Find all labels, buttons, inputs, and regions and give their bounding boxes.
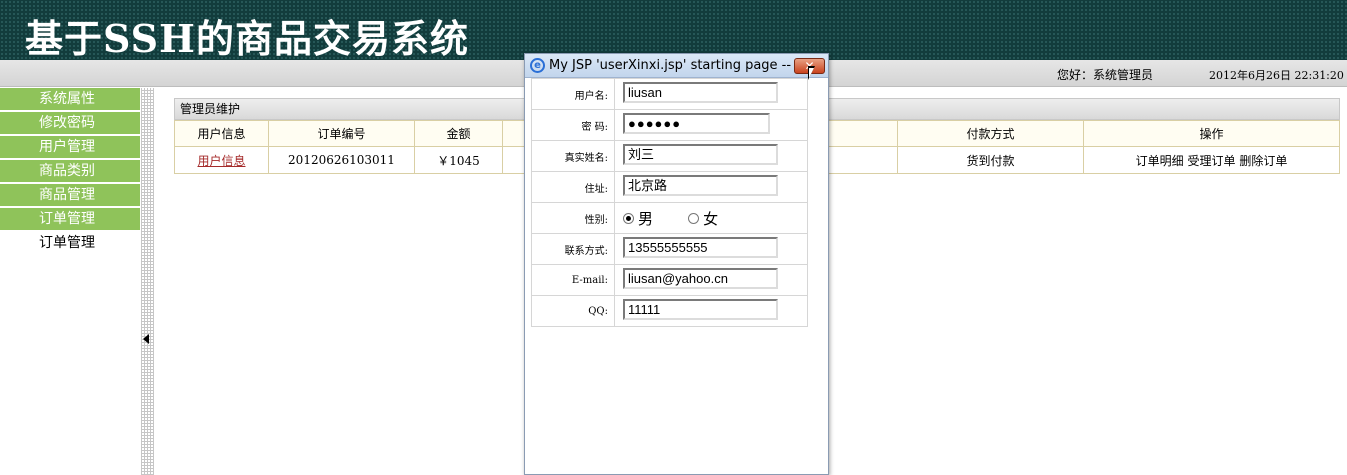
gender-male-option[interactable]: 男 xyxy=(623,208,653,229)
column-header-amount: 金额 xyxy=(414,120,503,147)
realname-label: 真实姓名: xyxy=(531,140,615,172)
sidebar-item-change-password[interactable]: 修改密码 xyxy=(0,112,140,134)
delete-order-link[interactable]: 删除订单 xyxy=(1239,154,1287,168)
qq-label: QQ: xyxy=(531,295,615,327)
user-info-form: 用户名: liusan 密 码: ●●●●●● 真实姓名: 刘三 住址: 北京路… xyxy=(531,78,808,327)
form-row-phone: 联系方式: 13555555555 xyxy=(531,233,808,265)
email-label: E-mail: xyxy=(531,264,615,296)
app-header: 基于SSH的商品交易系统 xyxy=(0,0,1347,60)
form-row-gender: 性别: 男 女 xyxy=(531,202,808,234)
user-info-link[interactable]: 用户信息 xyxy=(197,154,245,168)
column-header-payment: 付款方式 xyxy=(897,120,1084,147)
gender-female-option[interactable]: 女 xyxy=(688,208,718,229)
realname-field[interactable]: 刘三 xyxy=(623,143,778,165)
form-row-email: E-mail: liusan@yahoo.cn xyxy=(531,264,808,296)
cell-order-no: 20120626103011 xyxy=(268,146,415,174)
sidebar-subitem-order-management[interactable]: 订单管理 xyxy=(0,232,140,254)
address-field[interactable]: 北京路 xyxy=(623,174,778,196)
gender-female-radio[interactable] xyxy=(688,212,700,224)
form-row-username: 用户名: liusan xyxy=(531,78,808,110)
sidebar-item-product-category[interactable]: 商品类别 xyxy=(0,160,140,182)
gender-male-radio[interactable] xyxy=(623,212,634,224)
column-header-actions: 操作 xyxy=(1083,120,1340,147)
app-title: 基于SSH的商品交易系统 xyxy=(25,16,469,60)
address-label: 住址: xyxy=(531,171,615,203)
popup-title: My JSP 'userXinxi.jsp' starting page -- … xyxy=(549,58,808,73)
form-row-address: 住址: 北京路 xyxy=(531,171,808,203)
sidebar-item-user-management[interactable]: 用户管理 xyxy=(0,136,140,158)
current-datetime: 2012年6月26日 22:31:20 xyxy=(1209,69,1344,82)
ie-page-icon: e xyxy=(530,58,545,73)
qq-field[interactable]: 11111 xyxy=(623,298,778,320)
cell-actions: 订单明细 受理订单 删除订单 xyxy=(1083,146,1340,174)
gender-label: 性别: xyxy=(531,202,615,234)
cell-user-info: 用户信息 xyxy=(174,146,269,174)
phone-label: 联系方式: xyxy=(531,233,615,265)
gender-female-label: 女 xyxy=(703,209,719,228)
form-row-password: 密 码: ●●●●●● xyxy=(531,109,808,141)
sidebar-item-system-properties[interactable]: 系统属性 xyxy=(0,88,140,110)
popup-titlebar[interactable]: e My JSP 'userXinxi.jsp' starting page -… xyxy=(525,54,828,80)
frame-splitter[interactable] xyxy=(141,88,154,475)
form-row-realname: 真实姓名: 刘三 xyxy=(531,140,808,172)
sidebar-menu: 系统属性 修改密码 用户管理 商品类别 商品管理 订单管理 订单管理 xyxy=(0,88,140,256)
sidebar-item-product-management[interactable]: 商品管理 xyxy=(0,184,140,206)
username-label: 用户名: xyxy=(531,78,615,110)
accept-order-link[interactable]: 受理订单 xyxy=(1187,154,1235,168)
password-label: 密 码: xyxy=(531,109,615,141)
sidebar-item-order-management[interactable]: 订单管理 xyxy=(0,208,140,230)
user-info-popup-window: e My JSP 'userXinxi.jsp' starting page -… xyxy=(524,53,829,475)
column-header-user-info: 用户信息 xyxy=(174,120,269,147)
collapse-arrow-icon[interactable] xyxy=(143,334,149,344)
phone-field[interactable]: 13555555555 xyxy=(623,236,778,258)
cell-amount: ￥1045 xyxy=(414,146,503,174)
form-row-qq: QQ: 11111 xyxy=(531,295,808,327)
user-greeting: 您好：系统管理员 xyxy=(1057,68,1154,82)
mouse-pointer-fill xyxy=(809,68,814,78)
email-field[interactable]: liusan@yahoo.cn xyxy=(623,267,778,289)
order-detail-link[interactable]: 订单明细 xyxy=(1136,154,1184,168)
cell-payment: 货到付款 xyxy=(897,146,1084,174)
gender-male-label: 男 xyxy=(638,209,654,228)
password-field[interactable]: ●●●●●● xyxy=(623,112,770,134)
username-field[interactable]: liusan xyxy=(623,81,778,103)
column-header-order-no: 订单编号 xyxy=(268,120,415,147)
